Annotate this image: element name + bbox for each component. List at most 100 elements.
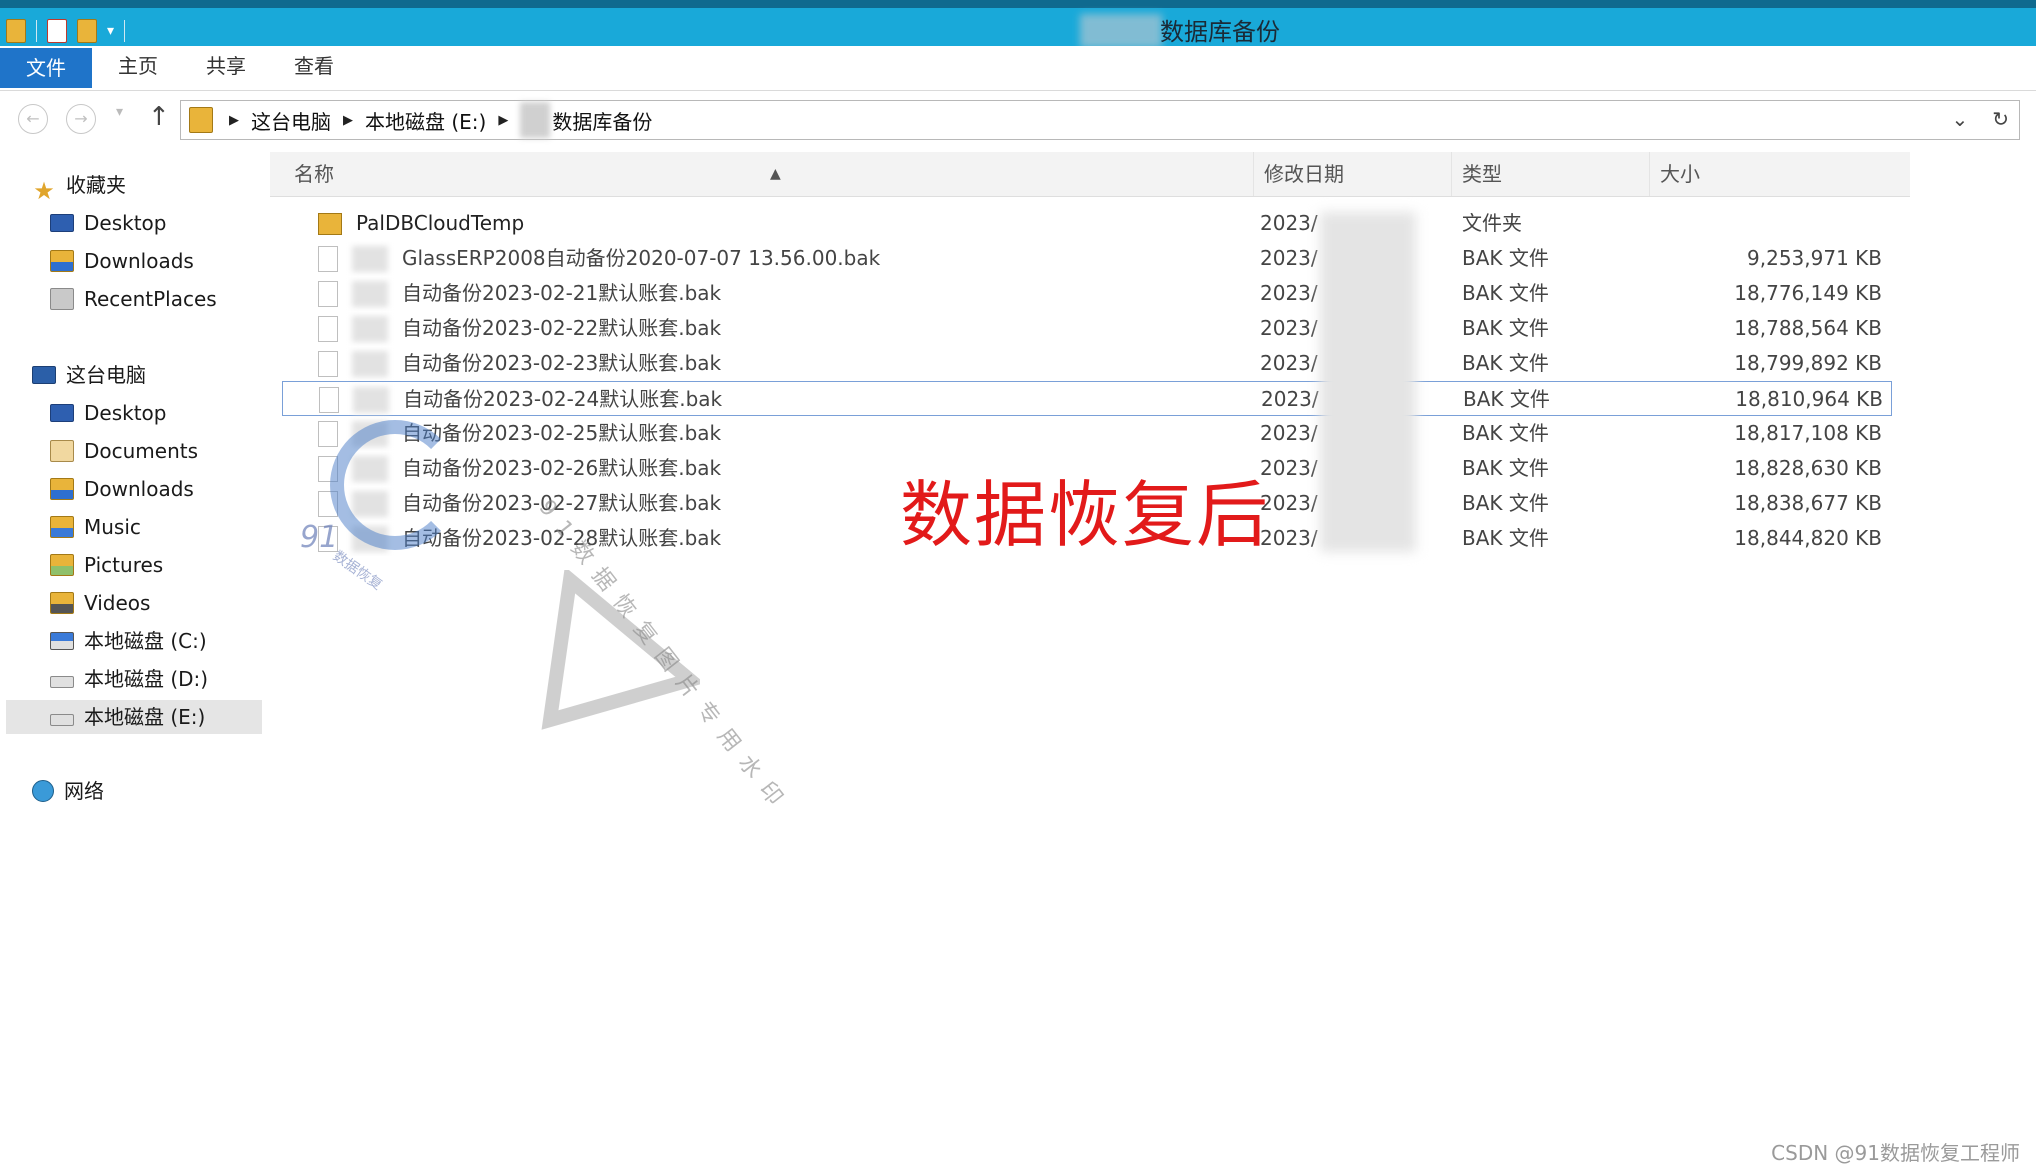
nav-fav-recentplaces[interactable]: RecentPlaces [50,282,217,316]
forward-button[interactable]: → [66,104,96,134]
nav-label: Desktop [84,401,167,425]
star-icon: ★ [33,177,55,205]
back-button[interactable]: ← [18,104,48,134]
overlay-annotation: 数据恢复后 [900,473,1271,557]
column-header-name[interactable]: 名称 ▲ [270,152,1254,196]
computer-icon [32,366,56,384]
nav-pc-music[interactable]: Music [50,510,141,544]
nav-favorites[interactable]: ★ 收藏夹 [32,168,126,205]
nav-pc-documents[interactable]: Documents [50,434,198,468]
ribbon: 文件 主页 共享 查看 [0,46,2036,91]
redacted-region [1320,212,1416,552]
file-size: 18,817,108 KB [1734,421,1882,445]
network-icon [32,780,54,802]
redacted-region [352,245,388,272]
chevron-right-icon[interactable]: ▶ [343,113,353,128]
breadcrumb-this-pc[interactable]: 这台电脑 [251,106,331,135]
list-item[interactable]: GlassERP2008自动备份2020-07-07 13.56.00.bak … [282,241,1892,276]
nav-label: Videos [84,591,151,615]
address-bar[interactable]: ▶ 这台电脑 ▶ 本地磁盘 (E:) ▶ 数据库备份 ⌄ ↻ [180,100,2020,140]
list-item[interactable]: 自动备份2023-02-21默认账套.bak 2023/ BAK 文件 18,7… [282,276,1892,311]
watermark-logo-ring [330,420,460,550]
nav-drive-d[interactable]: 本地磁盘 (D:) [50,662,208,696]
chevron-right-icon[interactable]: ▶ [498,113,508,128]
nav-label: Music [84,515,141,539]
nav-label: 网络 [64,779,104,803]
sort-ascending-icon: ▲ [770,166,781,182]
nav-fav-downloads[interactable]: Downloads [50,244,194,278]
customize-toolbar-icon[interactable]: ▾ [107,23,114,39]
nav-this-pc[interactable]: 这台电脑 [32,358,146,392]
file-icon [318,245,338,272]
file-size [1682,206,1882,241]
tab-share[interactable]: 共享 [206,46,246,86]
refresh-icon[interactable]: ↻ [1992,107,2009,131]
nav-pc-desktop[interactable]: Desktop [50,396,166,430]
pictures-icon [50,554,74,576]
file-type: BAK 文件 [1462,421,1549,445]
list-item[interactable]: PalDBCloudTemp 2023/ 文件夹 [282,206,1892,241]
file-type: BAK 文件 [1462,281,1549,305]
file-size: 18,810,964 KB [1735,387,1883,411]
chevron-down-icon[interactable]: ⌄ [1951,107,1968,131]
redacted-region [1080,14,1162,48]
nav-pc-pictures[interactable]: Pictures [50,548,163,582]
file-icon [318,280,338,307]
desktop-icon [50,404,74,422]
tab-view[interactable]: 查看 [294,46,334,86]
file-type: BAK 文件 [1462,246,1549,270]
file-type: BAK 文件 [1462,491,1549,515]
nav-pc-videos[interactable]: Videos [50,586,150,620]
redacted-region [352,280,388,307]
nav-label: 收藏夹 [66,173,126,197]
drive-icon [50,714,74,726]
file-icon [318,315,338,342]
list-item[interactable]: 自动备份2023-02-23默认账套.bak 2023/ BAK 文件 18,7… [282,346,1892,381]
file-size: 18,788,564 KB [1734,316,1882,340]
new-folder-icon[interactable] [77,19,97,43]
folder-icon [189,107,213,133]
file-name: 自动备份2023-02-23默认账套.bak [402,351,722,375]
file-name: PalDBCloudTemp [356,211,525,235]
file-date: 2023/ [1260,281,1318,305]
list-item-focused[interactable]: 自动备份2023-02-24默认账套.bak 2023/ BAK 文件 18,8… [282,381,1892,416]
tab-file[interactable]: 文件 [0,48,92,88]
properties-icon[interactable] [47,19,67,43]
nav-pc-downloads[interactable]: Downloads [50,472,194,506]
divider [36,20,37,42]
nav-label: 这台电脑 [66,363,146,387]
redacted-region [352,315,388,342]
file-size: 18,828,630 KB [1734,456,1882,480]
file-name: GlassERP2008自动备份2020-07-07 13.56.00.bak [402,246,881,270]
nav-fav-desktop[interactable]: Desktop [50,206,166,240]
up-arrow-icon[interactable]: ↑ [148,102,170,132]
redacted-region [352,350,388,377]
breadcrumb-backup-folder[interactable]: 数据库备份 [552,106,652,135]
chevron-right-icon[interactable]: ▶ [229,113,239,128]
desktop-icon [50,214,74,232]
downloads-icon [50,250,74,272]
divider [124,20,126,42]
redacted-region [353,386,389,413]
file-size: 18,838,677 KB [1734,491,1882,515]
system-drive-icon [50,632,74,650]
nav-drive-e[interactable]: 本地磁盘 (E:) [6,700,262,734]
nav-label: Downloads [84,477,194,501]
list-item[interactable]: 自动备份2023-02-22默认账套.bak 2023/ BAK 文件 18,7… [282,311,1892,346]
file-size: 18,799,892 KB [1734,351,1882,375]
nav-label: Downloads [84,249,194,273]
nav-drive-c[interactable]: 本地磁盘 (C:) [50,624,207,658]
file-icon [318,420,338,447]
breadcrumb-drive-e[interactable]: 本地磁盘 (E:) [365,106,486,135]
column-header-type[interactable]: 类型 [1452,152,1650,196]
recent-locations-icon[interactable]: ▾ [116,104,123,120]
column-header-date[interactable]: 修改日期 [1254,152,1452,196]
file-name: 自动备份2023-02-21默认账套.bak [402,281,722,305]
nav-network[interactable]: 网络 [32,774,104,808]
tab-home[interactable]: 主页 [118,46,158,86]
file-name: 自动备份2023-02-24默认账套.bak [403,387,723,411]
file-icon [319,386,339,413]
list-item[interactable]: 自动备份2023-02-25默认账套.bak 2023/ BAK 文件 18,8… [282,416,1892,451]
source-credit: CSDN @91数据恢复工程师 [1771,1141,2020,1165]
column-header-size[interactable]: 大小 [1650,152,1910,196]
